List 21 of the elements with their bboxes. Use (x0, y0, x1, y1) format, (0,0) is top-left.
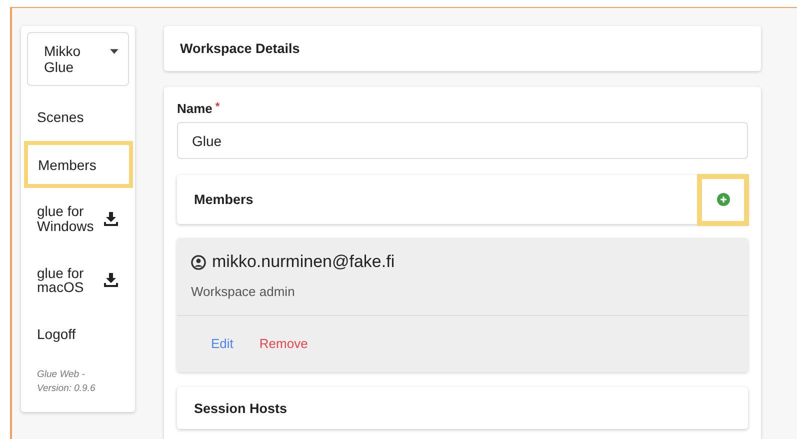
section-title: Session Hosts (194, 400, 288, 416)
download-icon (103, 272, 119, 288)
user-menu[interactable]: Mikko Glue (27, 32, 129, 86)
member-email: mikko.nurminen@fake.fi (212, 252, 395, 272)
member-role: Workspace admin (191, 284, 296, 299)
section-title: Members (194, 192, 254, 207)
add-button[interactable] (697, 174, 749, 226)
name-field[interactable]: Glue (177, 122, 748, 159)
caret-icon (110, 49, 118, 54)
page-title: Workspace Details (180, 41, 301, 56)
nav-item[interactable]: Members (24, 140, 133, 188)
nav-item[interactable]: Logoff (27, 311, 129, 358)
user-icon (191, 254, 206, 270)
nav-item[interactable]: glue for Windows (27, 188, 129, 250)
nav-item[interactable]: glue for macOS (27, 250, 129, 312)
nav-item[interactable]: Scenes (27, 94, 129, 141)
download-icon (103, 211, 119, 228)
field-label: Name (177, 101, 212, 116)
required-mark: * (215, 101, 220, 115)
add-icon (716, 193, 730, 206)
version-text: Glue Web - Version: 0.9.6 (36, 368, 96, 396)
